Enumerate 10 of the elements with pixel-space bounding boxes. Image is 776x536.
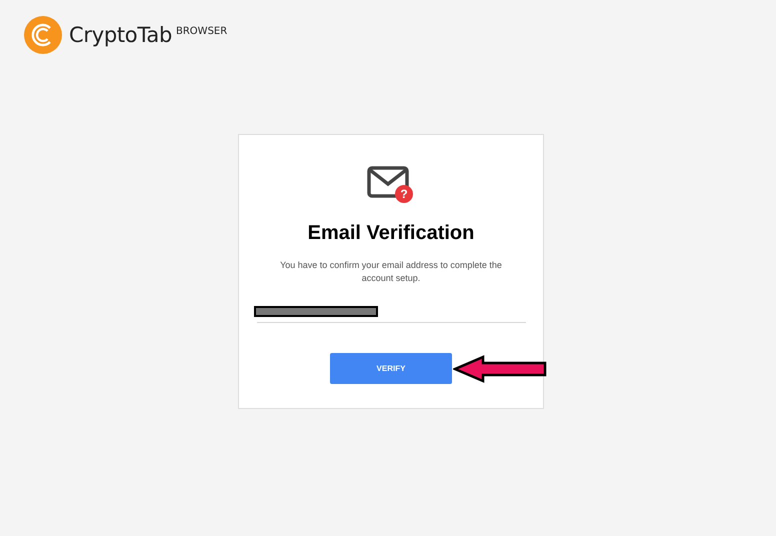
card-message: You have to confirm your email address to complete the account setup. — [279, 259, 503, 285]
arrow-icon — [453, 355, 547, 383]
question-badge: ? — [395, 185, 413, 203]
email-field[interactable] — [256, 305, 526, 323]
verify-button[interactable]: VERIFY — [330, 353, 452, 384]
brand-suffix: BROWSER — [176, 26, 228, 36]
brand-name: CryptoTab — [69, 23, 172, 47]
card-title: Email Verification — [308, 222, 474, 245]
envelope-icon — [367, 166, 409, 198]
logo-icon — [24, 16, 62, 54]
